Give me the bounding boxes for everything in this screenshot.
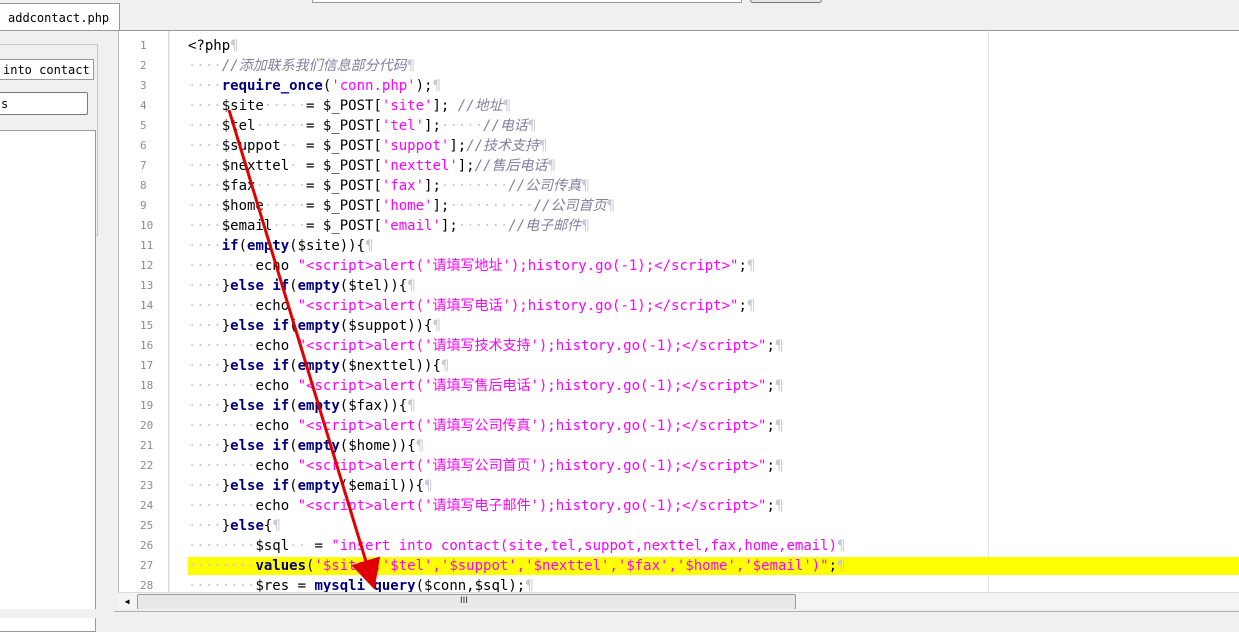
annotation-arrow-icon xyxy=(227,109,381,590)
